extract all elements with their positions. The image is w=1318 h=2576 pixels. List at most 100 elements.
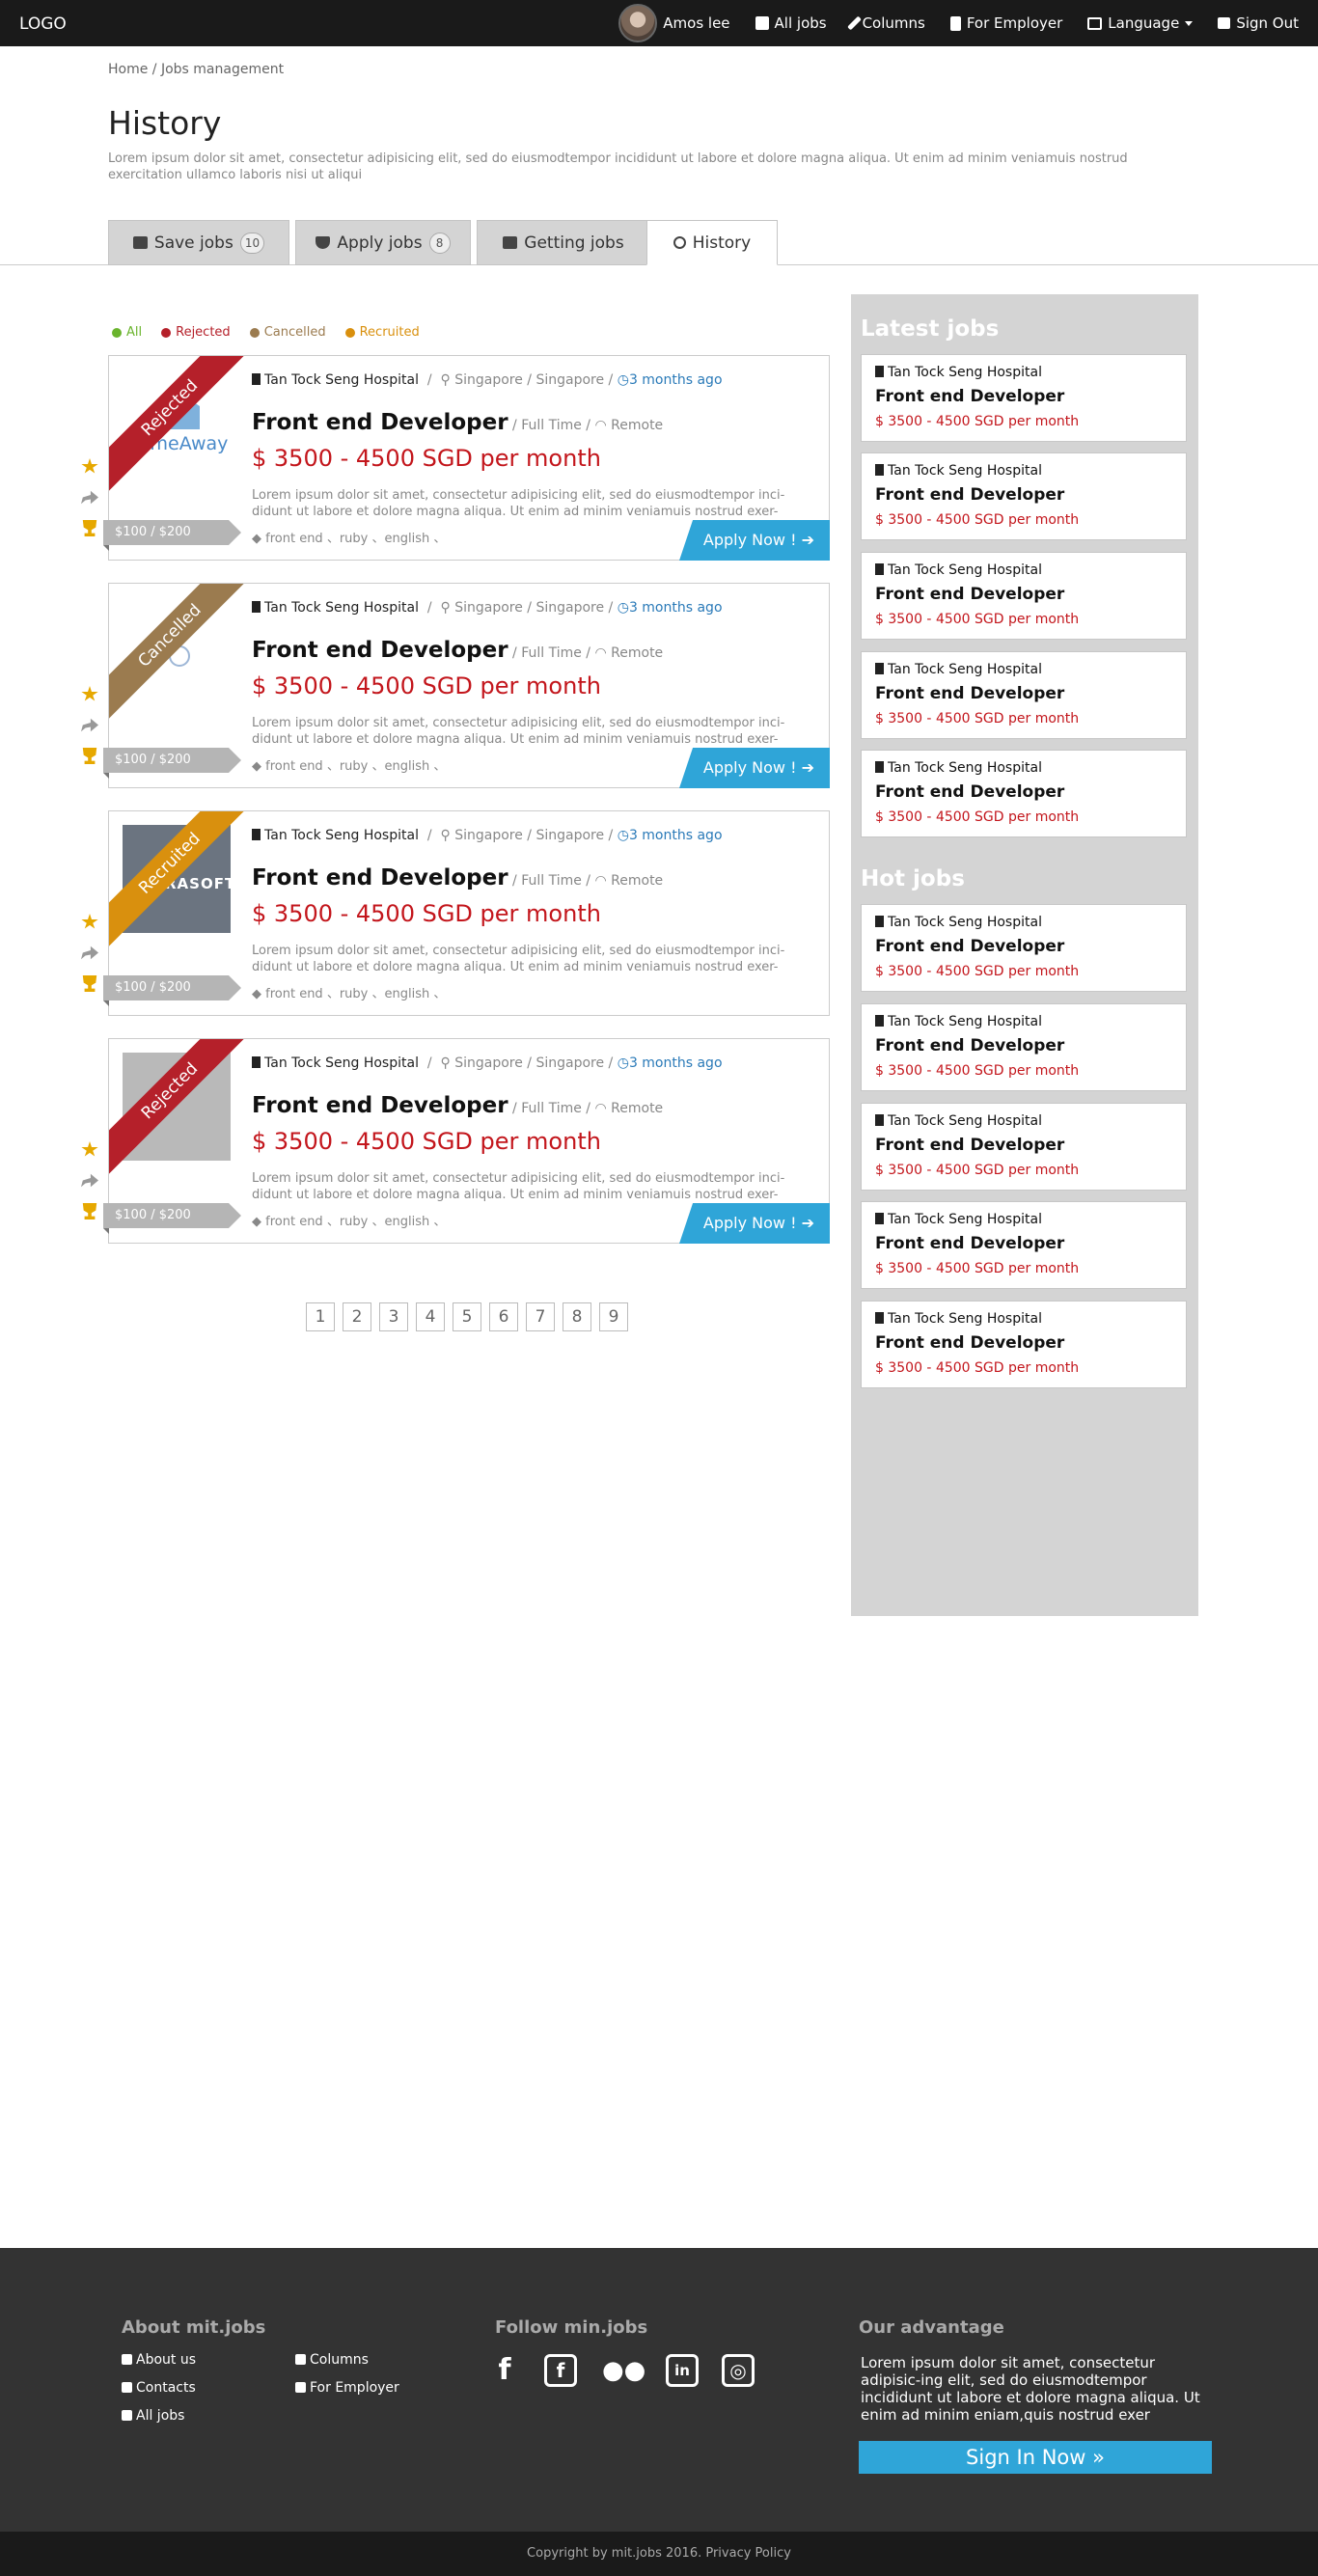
apply-now-button[interactable]: Apply Now ! ➔	[679, 1203, 830, 1244]
share-icon[interactable]	[81, 490, 98, 505]
tab-getting-jobs[interactable]: Getting jobs	[477, 220, 650, 265]
caret-down-icon	[1185, 20, 1194, 26]
history-icon	[673, 236, 686, 249]
job-card[interactable]: Cancelled $100 / $200 Tan Tock Seng Hosp…	[103, 583, 830, 788]
sb-job-title[interactable]: Front end Developer	[875, 1333, 1064, 1353]
page-link[interactable]: 9	[599, 1302, 628, 1331]
company-name[interactable]: Tan Tock Seng Hospital	[264, 828, 419, 843]
footer-link-label: For Employer	[310, 2380, 399, 2396]
sb-job-title[interactable]: Front end Developer	[875, 782, 1064, 802]
star-icon[interactable]	[81, 458, 98, 474]
user-menu[interactable]: Amos lee	[618, 4, 730, 42]
sb-job-title[interactable]: Front end Developer	[875, 387, 1064, 406]
tab-apply-jobs-label: Apply jobs	[337, 233, 423, 253]
filter-all[interactable]: All	[112, 325, 142, 340]
tab-history[interactable]: History	[646, 220, 778, 265]
company-name[interactable]: Tan Tock Seng Hospital	[264, 1055, 419, 1071]
latest-job-card[interactable]: Tan Tock Seng Hospital Front end Develop…	[861, 452, 1187, 540]
footer-link-columns[interactable]: Columns	[295, 2352, 369, 2368]
star-icon[interactable]	[81, 686, 98, 701]
nav-all-jobs[interactable]: All jobs	[755, 14, 827, 32]
wechat-icon[interactable]: ●●	[602, 2354, 645, 2387]
star-icon[interactable]	[81, 1141, 98, 1157]
sb-job-title[interactable]: Front end Developer	[875, 585, 1064, 604]
page-link[interactable]: 8	[563, 1302, 591, 1331]
job-card[interactable]: HomeAway Rejected $100 / $200 Tan Tock S…	[103, 355, 830, 561]
filter-cancelled[interactable]: Cancelled	[249, 325, 326, 340]
sb-job-title[interactable]: Front end Developer	[875, 1136, 1064, 1155]
share-icon[interactable]	[81, 1173, 98, 1188]
nav-columns[interactable]: Columns	[846, 14, 925, 32]
job-tags-text: front end 、ruby 、english 、	[265, 987, 447, 1001]
briefcase-icon	[122, 2354, 132, 2365]
site-logo[interactable]: LOGO	[19, 14, 67, 34]
hot-job-card[interactable]: Tan Tock Seng Hospital Front end Develop…	[861, 904, 1187, 992]
job-description: Lorem ipsum dolor sit amet, consectetur …	[252, 944, 785, 974]
job-tags: ◆ front end 、ruby 、english 、	[252, 1211, 446, 1229]
filter-rejected[interactable]: Rejected	[161, 325, 231, 340]
job-title[interactable]: Front end Developer	[252, 1093, 508, 1118]
page-link[interactable]: 6	[489, 1302, 518, 1331]
hot-job-card[interactable]: Tan Tock Seng Hospital Front end Develop…	[861, 1201, 1187, 1289]
latest-job-card[interactable]: Tan Tock Seng Hospital Front end Develop…	[861, 552, 1187, 640]
page-link[interactable]: 7	[526, 1302, 555, 1331]
job-title[interactable]: Front end Developer	[252, 410, 508, 435]
sb-job-salary: $ 3500 - 4500 SGD per month	[875, 612, 1080, 627]
page-title: History	[108, 104, 222, 142]
hot-job-card[interactable]: Tan Tock Seng Hospital Front end Develop…	[861, 1003, 1187, 1091]
star-icon[interactable]	[81, 914, 98, 929]
company-name[interactable]: Tan Tock Seng Hospital	[264, 600, 419, 616]
footer-link-for-employer[interactable]: For Employer	[295, 2380, 399, 2396]
latest-job-card[interactable]: Tan Tock Seng Hospital Front end Develop…	[861, 750, 1187, 837]
page-link[interactable]: 5	[453, 1302, 481, 1331]
share-icon[interactable]	[81, 945, 98, 960]
share-icon[interactable]	[81, 718, 98, 732]
hot-jobs-heading: Hot jobs	[861, 866, 965, 891]
sb-job-title[interactable]: Front end Developer	[875, 1036, 1064, 1055]
arrow-circle-right-icon: ➔	[801, 1214, 814, 1232]
job-title[interactable]: Front end Developer	[252, 638, 508, 663]
footer-link-about-us[interactable]: About us	[122, 2352, 196, 2368]
nav-language[interactable]: Language	[1087, 14, 1194, 32]
trophy-icon[interactable]	[82, 520, 97, 536]
page-link[interactable]: 1	[306, 1302, 335, 1331]
latest-job-card[interactable]: Tan Tock Seng Hospital Front end Develop…	[861, 651, 1187, 739]
trophy-icon[interactable]	[82, 748, 97, 764]
apply-now-label: Apply Now !	[702, 531, 797, 549]
linkedin-icon[interactable]: in	[666, 2354, 699, 2387]
building-icon	[875, 464, 884, 476]
hot-job-card[interactable]: Tan Tock Seng Hospital Front end Develop…	[861, 1301, 1187, 1388]
sb-job-title[interactable]: Front end Developer	[875, 937, 1064, 956]
page-link[interactable]: 4	[416, 1302, 445, 1331]
sb-job-salary: $ 3500 - 4500 SGD per month	[875, 512, 1080, 528]
job-card[interactable]: Rejected $100 / $200 Tan Tock Seng Hospi…	[103, 1038, 830, 1244]
page-link[interactable]: 2	[343, 1302, 371, 1331]
tab-apply-jobs[interactable]: Apply jobs 8	[295, 220, 471, 265]
sb-job-title[interactable]: Front end Developer	[875, 1234, 1064, 1253]
footer-link-label: All jobs	[136, 2408, 185, 2424]
trophy-icon[interactable]	[82, 1203, 97, 1219]
nav-sign-out[interactable]: Sign Out	[1218, 14, 1299, 32]
footer-link-contacts[interactable]: Contacts	[122, 2380, 196, 2396]
hot-job-card[interactable]: Tan Tock Seng Hospital Front end Develop…	[861, 1103, 1187, 1191]
trophy-icon[interactable]	[82, 975, 97, 992]
latest-job-card[interactable]: Tan Tock Seng Hospital Front end Develop…	[861, 354, 1187, 442]
job-title[interactable]: Front end Developer	[252, 865, 508, 891]
sb-job-title[interactable]: Front end Developer	[875, 485, 1064, 505]
apply-now-button[interactable]: Apply Now ! ➔	[679, 748, 830, 788]
facebook-icon[interactable]: f	[488, 2354, 521, 2387]
sign-in-now-button[interactable]: Sign In Now »	[859, 2441, 1212, 2474]
page-link[interactable]: 3	[379, 1302, 408, 1331]
apply-now-button[interactable]: Apply Now ! ➔	[679, 520, 830, 561]
breadcrumb[interactable]: Home / Jobs management	[108, 62, 284, 77]
tab-save-jobs[interactable]: Save jobs 10	[108, 220, 289, 265]
job-card[interactable]: RASOFT Recruited $100 / $200 Tan Tock Se…	[103, 810, 830, 1016]
filter-recruited[interactable]: Recruited	[344, 325, 420, 340]
instagram-icon[interactable]: ◎	[722, 2354, 755, 2387]
facebook-square-icon[interactable]: f	[544, 2354, 577, 2387]
footer-link-all-jobs[interactable]: All jobs	[122, 2408, 184, 2424]
nav-for-employer[interactable]: For Employer	[949, 14, 1062, 32]
sb-job-title[interactable]: Front end Developer	[875, 684, 1064, 703]
company-name[interactable]: Tan Tock Seng Hospital	[264, 372, 419, 388]
user-name: Amos lee	[663, 14, 730, 32]
